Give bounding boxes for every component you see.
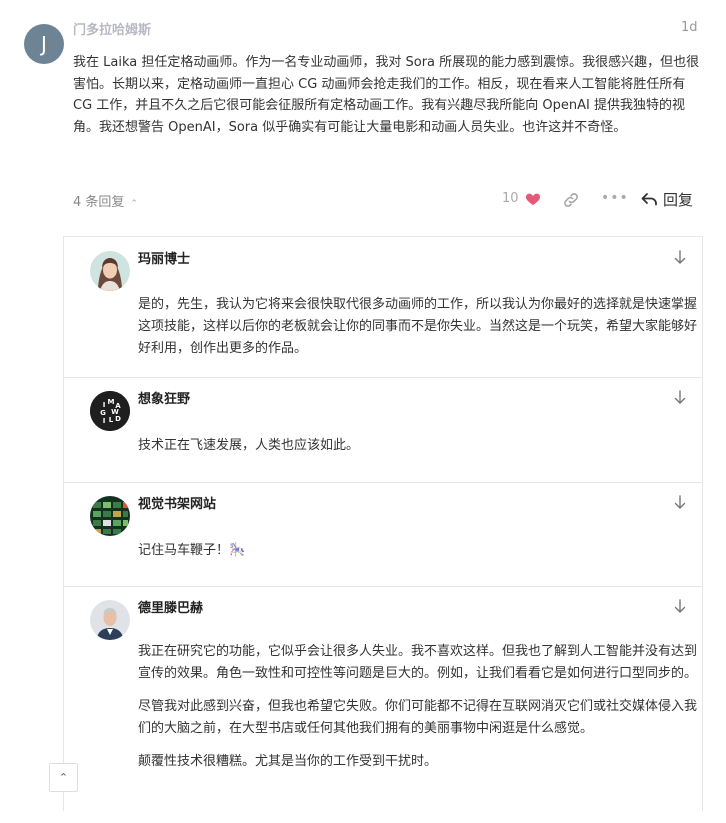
woman-portrait-icon [90,251,130,291]
reply-paragraph: 技术正在飞速发展，人类也应该如此。 [138,438,360,453]
arrow-down-icon[interactable] [673,250,687,264]
chevron-up-icon: ⌃ [130,199,138,209]
reply-paragraph: 颠覆性技术很糟糕。尤其是当你的工作受到干扰时。 [138,754,438,769]
avatar-letter: J [41,32,47,56]
arrow-down-icon[interactable] [673,599,687,613]
post-controls: 4 条回复 ⌃ 10 ••• 回复 [0,188,726,212]
chevron-up-icon: ⌃ [58,771,69,784]
arrow-down-icon[interactable] [673,390,687,404]
reply-item: 德里滕巴赫 我正在研究它的功能，它似乎会让很多人失业。我不喜欢这样。但我也了解到… [64,586,702,812]
reply-body: 记住马车鞭子！🎠 [138,540,698,573]
reply-item: IM AG WI LD 想象狂野 技术正在飞速发展，人类也应该如此。 [64,377,702,483]
reply-paragraph: 是的，先生，我认为它将来会很快取代很多动画师的工作，所以我认为你最好的选择就是快… [138,297,698,356]
reply-author[interactable]: 德里滕巴赫 [138,597,203,616]
post-body: 我在 Laika 担任定格动画师。作为一名专业动画师，我对 Sora 所展现的能… [73,55,700,135]
reply-body: 我正在研究它的功能，它似乎会让很多人失业。我不喜欢这样。但我也了解到人工智能并没… [138,641,698,784]
logo-letter-g: G [100,409,106,417]
post-author[interactable]: 门多拉哈姆斯 [73,19,151,38]
heart-icon[interactable] [525,191,541,207]
logo-letter-m: M [108,398,115,406]
avatar[interactable] [90,496,130,536]
reply-paragraph: 尽管我对此感到兴奋，但我也希望它失败。你们可能都不记得在互联网消灭它们或社交媒体… [138,699,698,736]
reply-item: 玛丽博士 是的，先生，我认为它将来会很快取代很多动画师的工作，所以我认为你最好的… [64,237,702,378]
author-avatar[interactable]: J [24,24,64,64]
reply-body: 技术正在飞速发展，人类也应该如此。 [138,435,698,468]
avatar[interactable] [90,600,130,640]
link-icon[interactable] [562,191,580,209]
man-portrait-icon [90,600,130,640]
logo-letter-i: I [103,401,106,409]
like-count[interactable]: 10 [502,191,519,206]
reply-paragraph: 记住马车鞭子！🎠 [138,543,246,558]
logo-letter-d: D [115,415,121,423]
reply-item: 视觉书架网站 记住马车鞭子！🎠 [64,482,702,587]
bookshelf-grid-icon [90,496,130,536]
logo-letter-l: L [109,416,114,424]
reply-button[interactable]: 回复 [641,188,693,210]
show-replies-toggle[interactable]: 4 条回复 ⌃ [73,191,138,210]
avatar[interactable]: IM AG WI LD [90,391,130,431]
reply-author[interactable]: 视觉书架网站 [138,493,216,512]
replies-count-label: 4 条回复 [73,195,125,210]
reply-paragraph: 我正在研究它的功能，它似乎会让很多人失业。我不喜欢这样。但我也了解到人工智能并没… [138,644,698,681]
more-options-icon[interactable]: ••• [601,190,629,206]
avatar[interactable] [90,251,130,291]
logo-letter-i2: I [103,417,106,425]
reply-body: 是的，先生，我认为它将来会很快取代很多动画师的工作，所以我认为你最好的选择就是快… [138,294,698,371]
replies-container: 玛丽博士 是的，先生，我认为它将来会很快取代很多动画师的工作，所以我认为你最好的… [63,236,703,811]
reply-author[interactable]: 想象狂野 [138,388,190,407]
post-age[interactable]: 1d [681,20,698,35]
arrow-down-icon[interactable] [673,495,687,509]
reply-arrow-icon [641,193,657,206]
reply-label: 回复 [663,190,694,209]
imagine-wild-logo-icon: IM AG WI LD [90,391,130,431]
reply-author[interactable]: 玛丽博士 [138,248,190,267]
scroll-to-top-button[interactable]: ⌃ [49,763,78,792]
